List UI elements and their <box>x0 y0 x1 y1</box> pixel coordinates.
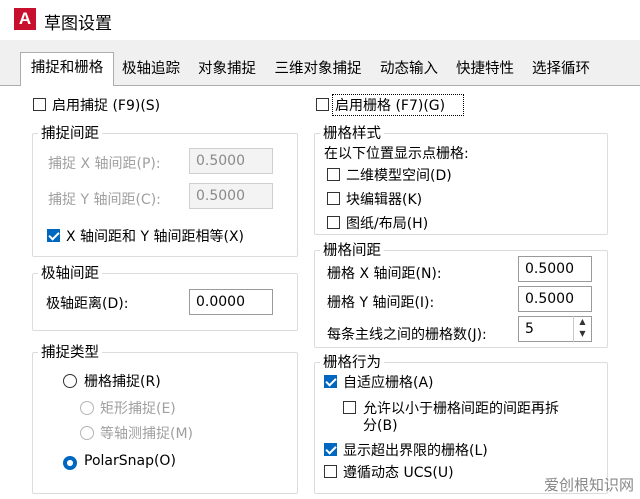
grid-x-spacing-input[interactable]: 0.5000 <box>518 256 592 282</box>
rect-snap-radio[interactable] <box>80 401 94 415</box>
tab-dynamic-input[interactable]: 动态输入 <box>372 54 446 84</box>
follow-ucs-checkbox[interactable] <box>324 465 337 478</box>
grid-spacing-legend: 栅格间距 <box>320 239 384 260</box>
subdivide-label-line2[interactable]: 分(B) <box>363 415 398 435</box>
model-space-checkbox[interactable] <box>327 168 340 181</box>
rect-snap-label[interactable]: 矩形捕捉(E) <box>100 398 176 418</box>
snap-type-legend: 捕捉类型 <box>38 341 102 362</box>
window-title: 草图设置 <box>44 14 112 34</box>
grid-y-spacing-input[interactable]: 0.5000 <box>518 286 592 312</box>
block-editor-label[interactable]: 块编辑器(K) <box>346 189 422 209</box>
model-space-label[interactable]: 二维模型空间(D) <box>346 165 452 185</box>
iso-snap-label[interactable]: 等轴测捕捉(M) <box>100 423 193 443</box>
paper-layout-label[interactable]: 图纸/布局(H) <box>346 213 428 233</box>
enable-grid-checkbox[interactable] <box>316 98 329 111</box>
polar-distance-input[interactable]: 0.0000 <box>189 289 273 315</box>
grid-snap-label[interactable]: 栅格捕捉(R) <box>84 371 161 391</box>
grid-style-legend: 栅格样式 <box>320 122 384 143</box>
title-bar[interactable]: A 草图设置 <box>0 0 640 40</box>
snap-y-spacing-input[interactable]: 0.5000 <box>189 183 273 209</box>
xy-equal-label[interactable]: X 轴间距和 Y 轴间距相等(X) <box>66 226 244 246</box>
follow-ucs-label[interactable]: 遵循动态 UCS(U) <box>343 462 454 482</box>
paper-layout-checkbox[interactable] <box>327 216 340 229</box>
tab-object-snap[interactable]: 对象捕捉 <box>190 54 264 84</box>
tab-polar-tracking[interactable]: 极轴追踪 <box>114 54 188 84</box>
enable-snap-checkbox[interactable] <box>33 98 46 111</box>
block-editor-checkbox[interactable] <box>327 192 340 205</box>
spin-down-icon[interactable]: ▼ <box>574 328 591 340</box>
polarsnap-radio[interactable] <box>63 456 77 470</box>
watermark: 爱创根知识网 <box>543 476 634 494</box>
snap-spacing-legend: 捕捉间距 <box>38 122 102 143</box>
grid-behavior-legend: 栅格行为 <box>320 351 384 372</box>
adaptive-grid-checkbox[interactable] <box>324 375 337 388</box>
iso-snap-radio[interactable] <box>80 426 94 440</box>
spin-up-icon[interactable]: ▲ <box>574 316 591 328</box>
autocad-logo-icon: A <box>14 8 36 30</box>
beyond-limits-checkbox[interactable] <box>324 443 337 456</box>
enable-grid-label[interactable]: 启用栅格 (F7)(G) <box>335 95 445 115</box>
grid-snap-radio[interactable] <box>63 374 77 388</box>
tab-snap-grid[interactable]: 捕捉和栅格 <box>20 52 114 86</box>
beyond-limits-label[interactable]: 显示超出界限的栅格(L) <box>343 440 488 460</box>
snap-x-spacing-input[interactable]: 0.5000 <box>189 148 273 174</box>
polarsnap-label[interactable]: PolarSnap(O) <box>84 453 176 469</box>
snap-y-spacing-label: 捕捉 Y 轴间距(C): <box>48 192 161 208</box>
polar-distance-label: 极轴距离(D): <box>46 296 129 312</box>
adaptive-grid-label[interactable]: 自适应栅格(A) <box>343 372 434 392</box>
snap-x-spacing-label: 捕捉 X 轴间距(P): <box>48 156 161 172</box>
enable-snap-label[interactable]: 启用捕捉 (F9)(S) <box>52 95 160 115</box>
major-line-count-label: 每条主线之间的栅格数(J): <box>327 327 487 343</box>
tab-quick-properties[interactable]: 快捷特性 <box>448 54 522 84</box>
tab-3d-object-snap[interactable]: 三维对象捕捉 <box>266 54 370 84</box>
tab-selection-cycling[interactable]: 选择循环 <box>524 54 598 84</box>
grid-y-spacing-label: 栅格 Y 轴间距(I): <box>327 295 435 311</box>
subdivide-checkbox[interactable] <box>343 401 356 414</box>
grid-style-description: 在以下位置显示点栅格: <box>324 146 469 162</box>
grid-x-spacing-label: 栅格 X 轴间距(N): <box>327 266 442 282</box>
polar-spacing-legend: 极轴间距 <box>38 262 102 283</box>
major-line-count-spinner[interactable]: ▲ ▼ <box>573 316 591 342</box>
xy-equal-checkbox[interactable] <box>47 229 60 242</box>
